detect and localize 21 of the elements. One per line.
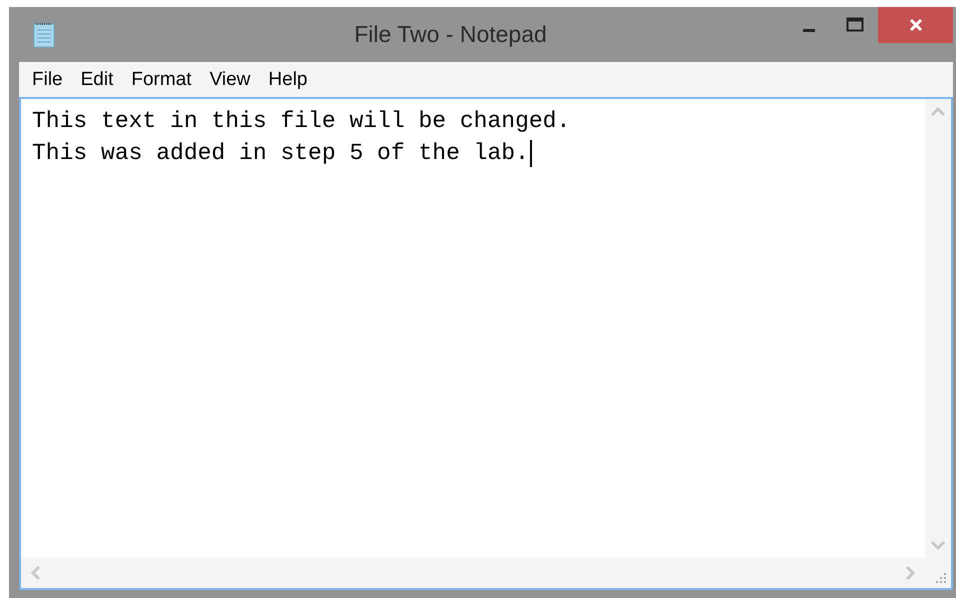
text-cursor [530,140,532,166]
scroll-right-icon[interactable] [905,566,915,580]
maximize-icon [846,17,864,33]
menu-item[interactable]: Help [259,66,316,92]
menu-item[interactable]: Edit [72,66,122,92]
menu-item[interactable]: Format [122,66,201,92]
scroll-down-icon[interactable] [931,540,945,550]
resize-grip-icon[interactable] [935,572,947,584]
text-line: This was added in step 5 of the lab. [32,139,529,168]
text-line: This text in this file will be changed. [32,107,570,136]
window-title: File Two - Notepad [353,21,548,48]
menu-item[interactable]: View [200,66,260,92]
vertical-scrollbar[interactable] [925,99,951,558]
minimize-icon [803,28,815,32]
notepad-icon [33,22,55,48]
close-button[interactable] [878,7,953,43]
horizontal-scrollbar[interactable] [21,558,925,588]
close-icon [908,17,924,33]
scroll-left-icon[interactable] [31,566,41,580]
menu-item[interactable]: File [23,66,72,92]
scroll-up-icon[interactable] [931,107,945,117]
